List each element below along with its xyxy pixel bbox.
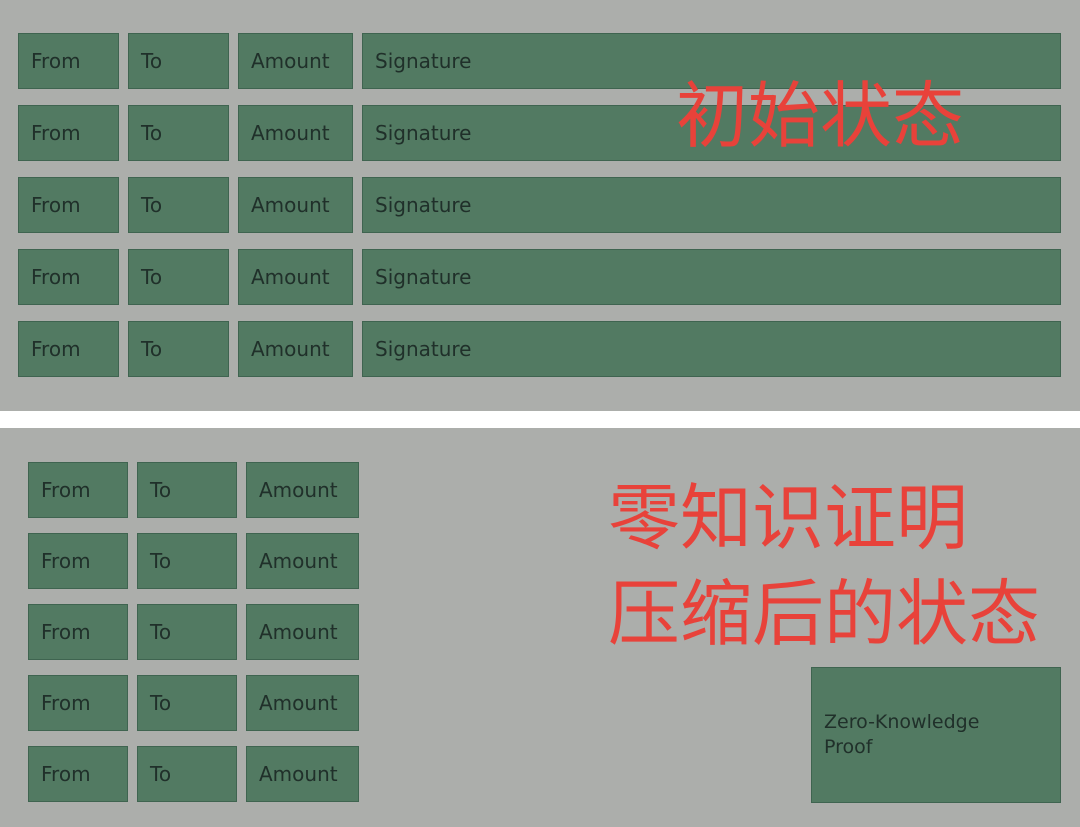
compressed-caption-line1: 零知识证明	[608, 476, 969, 560]
to-field: To	[128, 249, 229, 305]
amount-field: Amount	[246, 746, 359, 802]
compressed-state-panel: From To Amount From To Amount From To Am…	[0, 428, 1080, 827]
amount-field: Amount	[238, 33, 353, 89]
signature-field: Signature	[362, 249, 1061, 305]
amount-field: Amount	[238, 177, 353, 233]
to-field: To	[137, 675, 237, 731]
initial-state-caption: 初始状态	[676, 74, 965, 158]
to-field: To	[137, 746, 237, 802]
from-field: From	[18, 321, 119, 377]
to-field: To	[137, 533, 237, 589]
amount-field: Amount	[246, 533, 359, 589]
signature-field: Signature	[362, 177, 1061, 233]
initial-state-panel: From To Amount Signature From To Amount …	[0, 0, 1080, 411]
from-field: From	[28, 604, 128, 660]
proof-label-line2: Proof	[824, 736, 873, 758]
from-field: From	[28, 462, 128, 518]
zero-knowledge-proof-box: Zero-Knowledge Proof	[811, 667, 1061, 803]
signature-field: Signature	[362, 321, 1061, 377]
to-field: To	[128, 33, 229, 89]
proof-label-line1: Zero-Knowledge	[824, 711, 980, 733]
to-field: To	[128, 321, 229, 377]
to-field: To	[137, 604, 237, 660]
from-field: From	[18, 249, 119, 305]
amount-field: Amount	[238, 321, 353, 377]
compressed-caption-line2: 压缩后的状态	[608, 572, 1041, 656]
amount-field: Amount	[246, 675, 359, 731]
to-field: To	[137, 462, 237, 518]
from-field: From	[18, 105, 119, 161]
from-field: From	[28, 675, 128, 731]
amount-field: Amount	[238, 105, 353, 161]
to-field: To	[128, 105, 229, 161]
from-field: From	[18, 33, 119, 89]
amount-field: Amount	[246, 462, 359, 518]
amount-field: Amount	[246, 604, 359, 660]
to-field: To	[128, 177, 229, 233]
amount-field: Amount	[238, 249, 353, 305]
from-field: From	[28, 533, 128, 589]
from-field: From	[18, 177, 119, 233]
from-field: From	[28, 746, 128, 802]
